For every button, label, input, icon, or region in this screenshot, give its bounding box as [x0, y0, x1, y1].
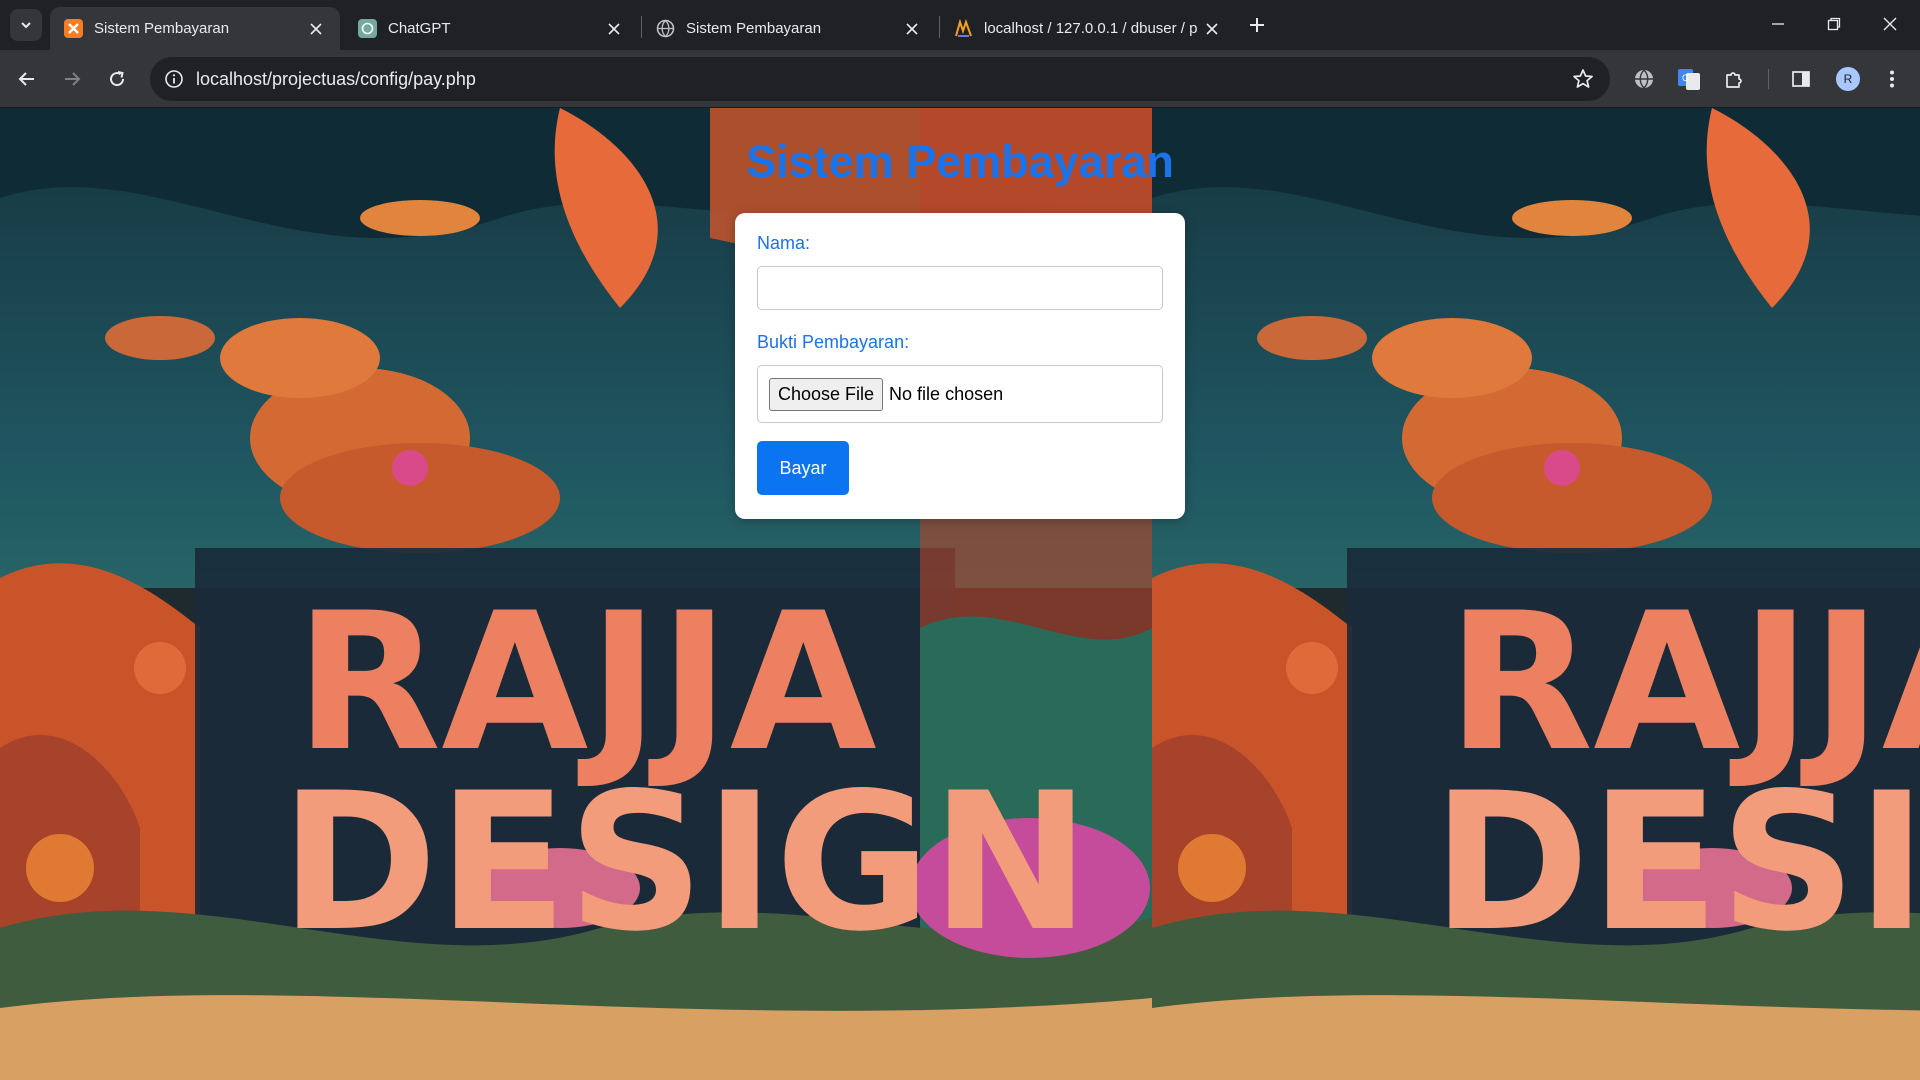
- close-icon[interactable]: [902, 19, 922, 39]
- background-poster-image-repeat: RAJJA DESIGN: [1152, 108, 1920, 1080]
- tab-title: Sistem Pembayaran: [94, 20, 230, 37]
- minimize-icon: [1772, 23, 1784, 25]
- tab-search-button[interactable]: [10, 9, 42, 41]
- tab-chatgpt[interactable]: ChatGPT: [344, 7, 638, 50]
- payment-form: Nama: Bukti Pembayaran: Choose File No f…: [735, 213, 1185, 519]
- globe-icon: [656, 19, 675, 38]
- new-tab-button[interactable]: [1243, 11, 1271, 39]
- side-panel-icon[interactable]: [1785, 63, 1817, 95]
- pay-button[interactable]: Bayar: [757, 441, 849, 495]
- plus-icon: [1250, 18, 1264, 32]
- close-icon: [1883, 17, 1897, 31]
- file-status-text: No file chosen: [889, 383, 1004, 404]
- menu-kebab-icon[interactable]: [1876, 63, 1908, 95]
- arrow-right-icon: [65, 72, 81, 86]
- page-viewport: RAJJA DESIGN RAJJA: [0, 108, 1920, 1080]
- close-icon[interactable]: [306, 19, 326, 39]
- arrow-left-icon: [18, 72, 34, 86]
- svg-text:G: G: [1682, 73, 1689, 83]
- close-icon[interactable]: [1202, 19, 1222, 39]
- forward-button[interactable]: [56, 63, 88, 95]
- restore-button[interactable]: [1806, 0, 1862, 48]
- address-url[interactable]: localhost/projectuas/config/pay.php: [196, 69, 476, 90]
- profile-button[interactable]: R: [1832, 63, 1864, 95]
- close-window-button[interactable]: [1862, 0, 1918, 48]
- google-translate-icon[interactable]: G: [1673, 63, 1705, 95]
- address-bar[interactable]: localhost/projectuas/config/pay.php: [150, 57, 1610, 101]
- minimize-button[interactable]: [1750, 0, 1806, 48]
- poster-design-text: DESIGN: [280, 752, 1090, 973]
- tab-strip: Sistem Pembayaran ChatGPT Sistem Pembaya…: [0, 0, 1920, 50]
- tab-title: Sistem Pembayaran: [686, 20, 822, 37]
- close-icon[interactable]: [604, 19, 624, 39]
- tab-title: ChatGPT: [388, 20, 451, 37]
- payment-proof-file-input[interactable]: Choose File No file chosen: [757, 365, 1163, 423]
- poster-design-text: DESIGN: [1432, 752, 1920, 973]
- name-label: Nama:: [757, 233, 811, 253]
- payment-proof-label: Bukti Pembayaran:: [757, 332, 910, 352]
- toolbar-separator: [1768, 69, 1769, 89]
- choose-file-button[interactable]: Choose File: [769, 377, 884, 411]
- vpn-globe-extension-icon[interactable]: [1628, 63, 1660, 95]
- xampp-icon: [64, 19, 83, 38]
- extensions-puzzle-icon[interactable]: [1718, 63, 1750, 95]
- avatar: R: [1836, 67, 1860, 91]
- page-title: Sistem Pembayaran: [746, 136, 1174, 187]
- chevron-down-icon: [21, 22, 31, 29]
- tab-phpmyadmin[interactable]: localhost / 127.0.0.1 / dbuser / p: [940, 7, 1236, 50]
- phpmyadmin-icon: [955, 19, 972, 37]
- reload-icon: [110, 71, 125, 87]
- chatgpt-icon: [358, 19, 377, 38]
- browser-toolbar: localhost/projectuas/config/pay.php G R: [0, 50, 1920, 108]
- tab-title: localhost / 127.0.0.1 / dbuser / p: [984, 20, 1198, 37]
- name-input[interactable]: [757, 266, 1163, 310]
- restore-icon: [1827, 17, 1841, 31]
- site-info-icon[interactable]: [160, 65, 188, 93]
- tab-sistem-pembayaran[interactable]: Sistem Pembayaran: [642, 7, 936, 50]
- bookmark-star-icon[interactable]: [1570, 66, 1596, 92]
- reload-button[interactable]: [101, 63, 133, 95]
- tab-sistem-pembayaran-active[interactable]: Sistem Pembayaran: [50, 7, 340, 50]
- back-button[interactable]: [11, 63, 43, 95]
